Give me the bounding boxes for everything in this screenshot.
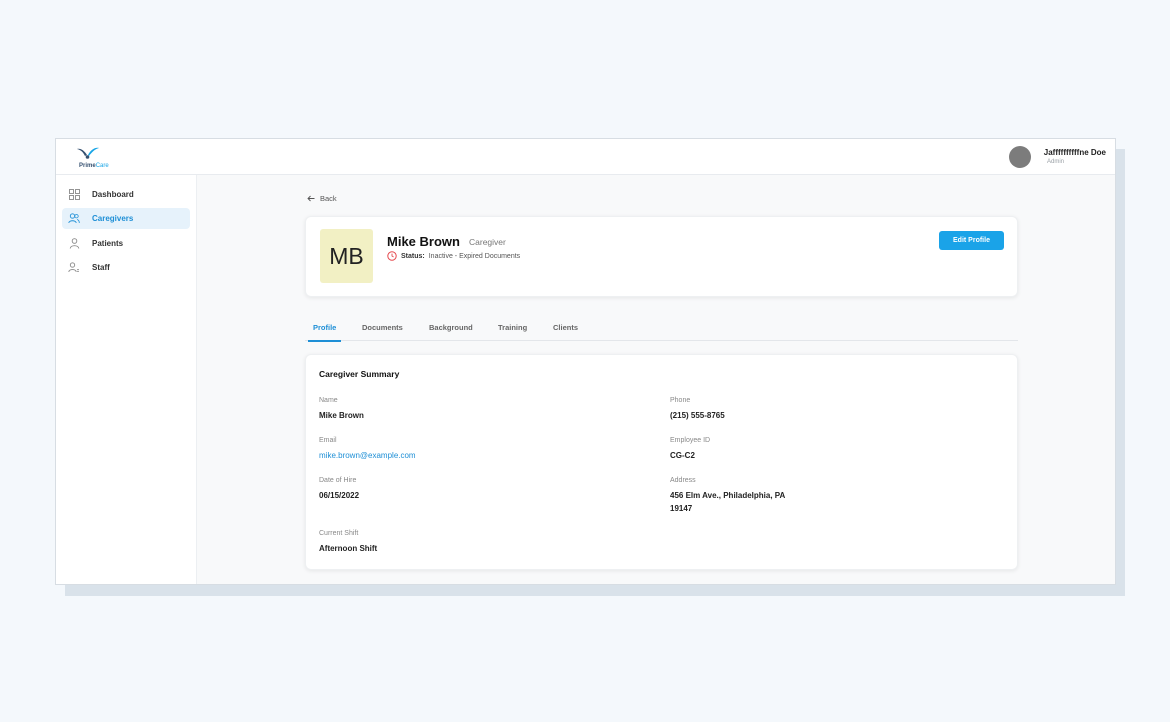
back-label: Back <box>320 194 337 203</box>
address-line-2: 19147 <box>670 504 693 513</box>
dashboard-icon <box>68 189 80 201</box>
bird-logo-icon <box>77 147 99 159</box>
field-employee-id: Employee ID CG-C2 <box>670 437 711 460</box>
user-role: Admin <box>1047 159 1065 165</box>
sidebar-item-staff[interactable]: Staff <box>62 257 190 278</box>
sidebar-item-label: Staff <box>92 263 110 272</box>
sidebar-item-label: Patients <box>92 239 124 248</box>
edit-profile-button[interactable]: Edit Profile <box>939 231 1004 250</box>
users-icon <box>68 213 80 225</box>
sidebar-item-label: Dashboard <box>92 190 134 199</box>
avatar[interactable] <box>1009 146 1031 168</box>
user-name: Jaffffffffffne Doe <box>1043 148 1106 157</box>
tab-clients[interactable]: Clients <box>553 323 578 340</box>
status-row: Status: Inactive - Expired Documents <box>387 251 520 261</box>
sidebar-item-patients[interactable]: Patients <box>62 233 190 254</box>
tab-background[interactable]: Background <box>429 323 473 340</box>
tab-profile[interactable]: Profile <box>308 323 342 342</box>
status-clock-icon <box>387 251 397 261</box>
email-link[interactable]: mike.brown@example.com <box>319 449 416 462</box>
brand-name: PrimeCare <box>79 163 109 169</box>
field-phone: Phone (215) 555-8765 <box>670 397 725 420</box>
profile-tabs: Profile Documents Background Training Cl… <box>305 318 1018 342</box>
staff-icon <box>68 262 80 274</box>
tab-training[interactable]: Training <box>498 323 527 340</box>
profile-header-card: MB Mike Brown Caregiver Status: Inactive… <box>305 216 1018 297</box>
avatar-initials: MB <box>320 229 373 283</box>
field-date-of-hire: Date of Hire 06/15/2022 <box>319 477 360 500</box>
field-current-shift: Current Shift Afternoon Shift <box>319 530 378 553</box>
status-label: Status: <box>401 252 425 260</box>
field-address: Address 456 Elm Ave., Philadelphia, PA 1… <box>670 477 786 513</box>
sidebar-item-label: Caregivers <box>92 214 134 223</box>
status-value: Inactive - Expired Documents <box>428 252 521 260</box>
caregiver-name: Mike Brown <box>387 234 460 249</box>
sidebar-item-caregivers[interactable]: Caregivers <box>62 208 190 229</box>
field-name: Name Mike Brown <box>319 397 364 420</box>
user-icon <box>68 238 80 250</box>
back-link[interactable]: Back <box>307 194 337 203</box>
tab-documents[interactable]: Documents <box>362 323 403 340</box>
summary-title: Caregiver Summary <box>319 369 400 379</box>
sidebar-item-dashboard[interactable]: Dashboard <box>62 184 190 205</box>
app-window: PrimeCare Jaffffffffffne Doe Admin Dashb… <box>55 138 1116 585</box>
address-line-1: 456 Elm Ave., Philadelphia, PA <box>670 491 786 500</box>
arrow-left-icon <box>307 195 315 202</box>
top-bar: PrimeCare Jaffffffffffne Doe Admin <box>56 139 1115 175</box>
logo[interactable]: PrimeCare <box>66 144 109 170</box>
caregiver-summary-card: Caregiver Summary Name Mike Brown Phone … <box>305 354 1018 570</box>
field-email: Email mike.brown@example.com <box>319 437 416 462</box>
main-content: Back MB Mike Brown Caregiver Status: Ina… <box>197 175 1115 584</box>
sidebar: Dashboard Caregivers Patients Staff <box>56 175 197 584</box>
caregiver-role: Caregiver <box>469 237 506 247</box>
